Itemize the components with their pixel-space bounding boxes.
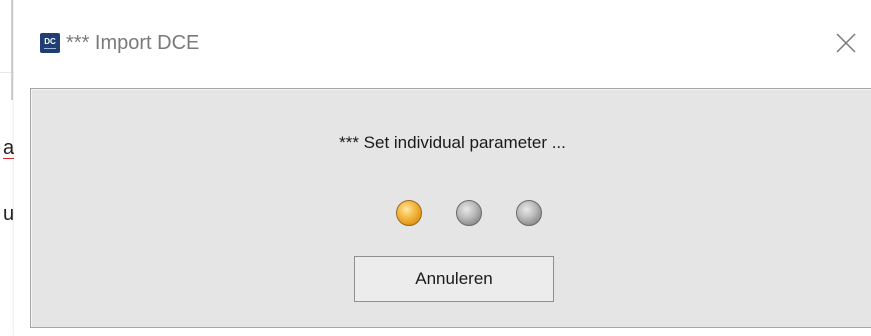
progress-dot-inactive [456, 200, 482, 226]
close-icon [836, 33, 856, 53]
dialog-content: *** Set individual parameter ... Annuler… [30, 88, 871, 328]
status-message: *** Set individual parameter ... [339, 133, 566, 152]
progress-indicator [383, 200, 543, 228]
app-icon-underline [44, 48, 56, 49]
background-edge [11, 0, 13, 100]
app-icon-label: DC [44, 37, 56, 46]
progress-dot-inactive [516, 200, 542, 226]
background-text-fragment: a [3, 137, 15, 159]
dialog-titlebar[interactable]: DC *** Import DCE [14, 0, 871, 78]
progress-dot-active [396, 200, 422, 226]
cancel-button[interactable]: Annuleren [354, 256, 554, 302]
dc-app-icon: DC [40, 33, 60, 53]
background-text-fragment: u [3, 203, 15, 225]
dialog-title: *** Import DCE [66, 32, 200, 54]
close-button[interactable] [829, 26, 863, 60]
import-dialog: DC *** Import DCE *** Set individual par… [14, 0, 871, 336]
